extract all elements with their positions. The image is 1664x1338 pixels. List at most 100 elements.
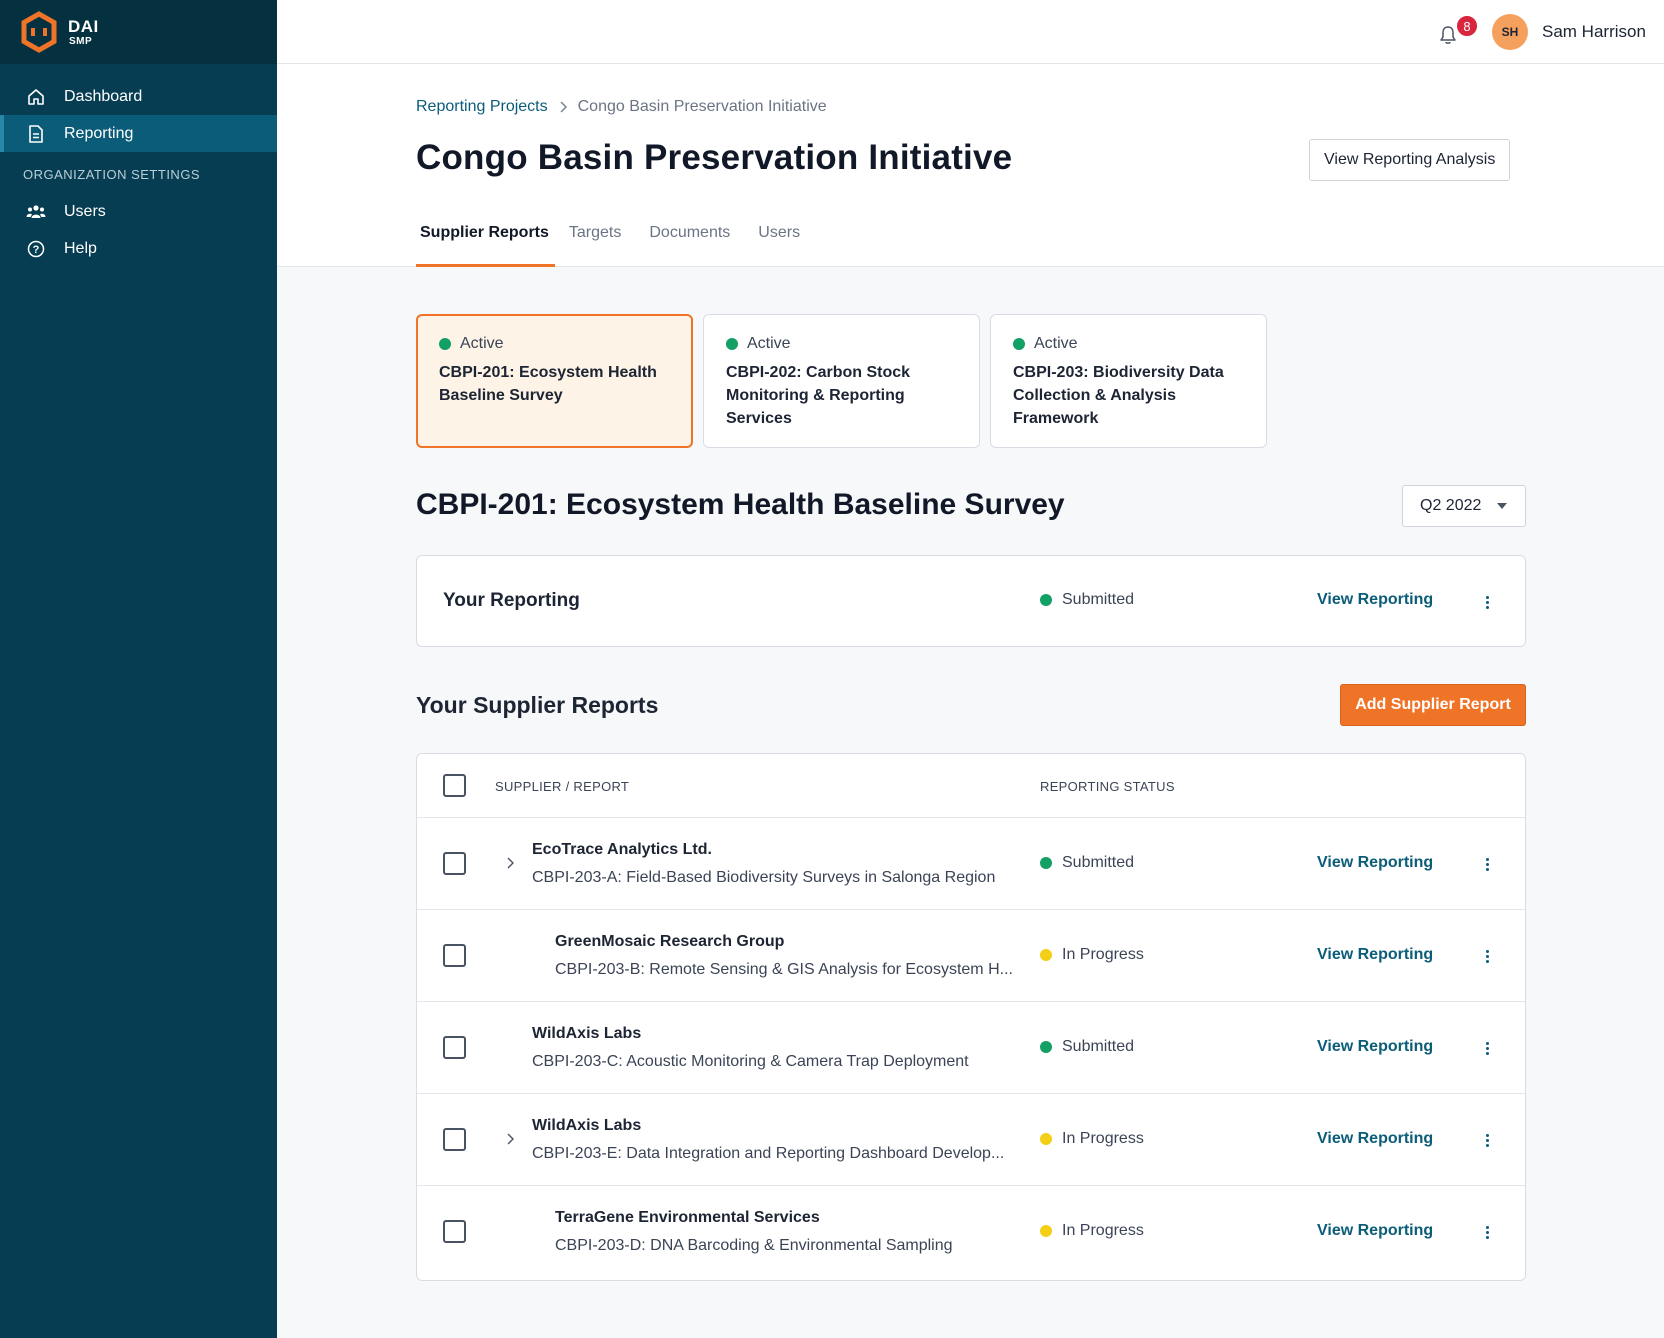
status-label: Submitted [1062, 591, 1135, 608]
breadcrumb: Reporting Projects Congo Basin Preservat… [416, 98, 827, 116]
table-row: TerraGene Environmental Services CBPI-20… [417, 1186, 1525, 1278]
table-row: GreenMosaic Research Group CBPI-203-B: R… [417, 910, 1525, 1002]
tab-documents[interactable]: Documents [635, 224, 744, 267]
user-name[interactable]: Sam Harrison [1542, 22, 1646, 42]
more-options-icon[interactable] [1477, 854, 1497, 874]
project-card-title: CBPI-203: Biodiversity Data Collection &… [1013, 364, 1224, 427]
tab-users[interactable]: Users [744, 224, 814, 267]
status-dot-icon [1040, 857, 1052, 869]
report-name: CBPI-203-C: Acoustic Monitoring & Camera… [532, 1053, 969, 1070]
row-checkbox[interactable] [443, 1128, 466, 1151]
help-icon: ? [26, 239, 46, 259]
add-supplier-report-button[interactable]: Add Supplier Report [1340, 684, 1526, 726]
more-options-icon[interactable] [1477, 1222, 1497, 1242]
page-header: Reporting Projects Congo Basin Preservat… [277, 64, 1664, 267]
document-icon [26, 124, 46, 144]
status-badge: Active [726, 335, 957, 353]
status-dot-icon [726, 338, 738, 350]
sidebar: DAI SMP Dashboard Reporting ORGANIZATION… [0, 0, 277, 1338]
row-checkbox[interactable] [443, 944, 466, 967]
breadcrumb-current: Congo Basin Preservation Initiative [577, 98, 827, 115]
project-card-title: CBPI-201: Ecosystem Health Baseline Surv… [439, 364, 657, 404]
supplier-reports-table: SUPPLIER / REPORT REPORTING STATUS EcoTr… [416, 753, 1526, 1281]
status-label: Submitted [1062, 854, 1135, 871]
sidebar-item-reporting[interactable]: Reporting [0, 115, 277, 152]
supplier-name: WildAxis Labs [532, 1025, 642, 1042]
chevron-right-icon[interactable] [503, 856, 517, 870]
project-card-title: CBPI-202: Carbon Stock Monitoring & Repo… [726, 364, 911, 427]
notification-badge: 8 [1455, 14, 1479, 38]
project-card[interactable]: Active CBPI-201: Ecosystem Health Baseli… [416, 314, 693, 448]
more-options-icon[interactable] [1477, 1130, 1497, 1150]
logo-primary: DAI [68, 16, 99, 36]
supplier-name: TerraGene Environmental Services [555, 1209, 820, 1226]
supplier-name: GreenMosaic Research Group [555, 933, 785, 950]
project-card[interactable]: Active CBPI-202: Carbon Stock Monitoring… [703, 314, 980, 448]
view-reporting-link[interactable]: View Reporting [1317, 591, 1433, 609]
sidebar-item-label: Reporting [64, 124, 134, 142]
view-reporting-analysis-button[interactable]: View Reporting Analysis [1309, 139, 1511, 181]
status-badge: Active [1013, 335, 1244, 353]
more-options-icon[interactable] [1477, 946, 1497, 966]
your-reporting-panel: Your Reporting Submitted View Reporting [416, 555, 1526, 647]
logo-text: DAI SMP [68, 18, 99, 47]
supplier-name: EcoTrace Analytics Ltd. [532, 841, 712, 858]
sidebar-section-label: ORGANIZATION SETTINGS [23, 167, 201, 182]
home-icon [26, 87, 46, 107]
status-label: In Progress [1062, 1130, 1144, 1147]
view-reporting-link[interactable]: View Reporting [1317, 1130, 1433, 1148]
row-checkbox[interactable] [443, 1036, 466, 1059]
status-dot-icon [1040, 1041, 1052, 1053]
view-reporting-link[interactable]: View Reporting [1317, 1222, 1433, 1240]
tab-targets[interactable]: Targets [555, 224, 635, 267]
more-options-icon[interactable] [1477, 592, 1497, 612]
row-checkbox[interactable] [443, 852, 466, 875]
logo-bar: DAI SMP [0, 0, 277, 64]
status-badge: In Progress [1040, 1222, 1144, 1240]
tab-bar: Supplier Reports Targets Documents Users [416, 224, 814, 267]
view-reporting-link[interactable]: View Reporting [1317, 1038, 1433, 1056]
view-reporting-link[interactable]: View Reporting [1317, 946, 1433, 964]
report-name: CBPI-203-D: DNA Barcoding & Environmenta… [555, 1237, 953, 1254]
period-select-value: Q2 2022 [1420, 497, 1482, 514]
status-label: Active [747, 335, 791, 352]
sidebar-item-label: Dashboard [64, 87, 143, 105]
status-label: Active [460, 335, 504, 352]
sidebar-item-help[interactable]: ? Help [0, 230, 277, 267]
view-reporting-link[interactable]: View Reporting [1317, 854, 1433, 872]
status-dot-icon [439, 338, 451, 350]
status-label: Active [1034, 335, 1078, 352]
status-badge: Submitted [1040, 591, 1134, 609]
row-checkbox[interactable] [443, 1220, 466, 1243]
report-name: CBPI-203-E: Data Integration and Reporti… [532, 1145, 1005, 1162]
selected-project-title: CBPI-201: Ecosystem Health Baseline Surv… [416, 488, 1065, 521]
status-label: In Progress [1062, 946, 1144, 963]
sidebar-item-users[interactable]: Users [0, 193, 277, 230]
status-dot-icon [1040, 949, 1052, 961]
svg-text:?: ? [33, 244, 40, 256]
supplier-name: WildAxis Labs [532, 1117, 642, 1134]
column-header-status: REPORTING STATUS [1040, 779, 1175, 794]
select-all-checkbox[interactable] [443, 774, 466, 797]
status-dot-icon [1040, 1133, 1052, 1145]
status-label: In Progress [1062, 1222, 1144, 1239]
avatar[interactable]: SH [1492, 14, 1528, 50]
tab-supplier-reports[interactable]: Supplier Reports [416, 224, 555, 267]
project-card[interactable]: Active CBPI-203: Biodiversity Data Colle… [990, 314, 1267, 448]
topbar: 8 SH Sam Harrison [277, 0, 1664, 64]
status-badge: Submitted [1040, 1038, 1134, 1056]
status-badge: In Progress [1040, 946, 1144, 964]
period-select[interactable]: Q2 2022 [1402, 485, 1526, 527]
page-title: Congo Basin Preservation Initiative [416, 138, 1013, 177]
more-options-icon[interactable] [1477, 1038, 1497, 1058]
sidebar-item-dashboard[interactable]: Dashboard [0, 78, 277, 115]
table-header: SUPPLIER / REPORT REPORTING STATUS [417, 754, 1525, 818]
breadcrumb-link-reporting-projects[interactable]: Reporting Projects [416, 98, 548, 116]
sidebar-item-label: Users [64, 202, 106, 220]
supplier-reports-title: Your Supplier Reports [416, 692, 659, 718]
sidebar-item-label: Help [64, 239, 97, 257]
status-badge: Submitted [1040, 854, 1134, 872]
chevron-right-icon[interactable] [503, 1132, 517, 1146]
chevron-right-icon [560, 101, 567, 113]
table-row: WildAxis Labs CBPI-203-C: Acoustic Monit… [417, 1002, 1525, 1094]
